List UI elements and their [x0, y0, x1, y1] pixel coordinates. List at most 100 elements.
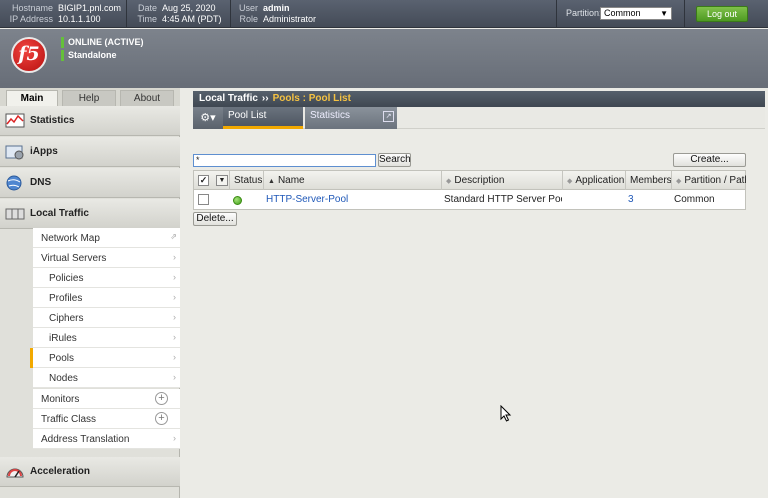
sidebar-section-label: Acceleration [30, 466, 91, 477]
role-label: Role [239, 14, 258, 24]
host-info: Hostname BIGIP1.pnl.com IP Address 10.1.1.… [6, 3, 121, 25]
chevron-down-icon: ▼ [660, 9, 668, 18]
time-value: 4:45 AM (PDT) [162, 14, 222, 24]
partition-label: Partition: [566, 8, 602, 18]
column-partition[interactable]: ◆ Partition / Path [671, 171, 746, 190]
tab-main[interactable]: Main [6, 90, 58, 107]
chevron-right-icon: › [173, 252, 176, 262]
chevron-right-icon: › [173, 272, 176, 282]
sort-asc-icon: ▲ [268, 178, 275, 185]
sidebar-item-policies[interactable]: Policies › [33, 268, 180, 288]
statistics-icon [5, 113, 25, 129]
sidebar-item-label: Monitors [41, 394, 80, 405]
sidebar-section-label: Local Traffic [30, 208, 89, 219]
breadcrumb-current: Pools : Pool List [272, 93, 351, 104]
sidebar-section-acceleration[interactable]: Acceleration [0, 457, 180, 487]
acceleration-gauge-icon [5, 464, 25, 480]
user-info: User admin Role Administrator [236, 3, 316, 25]
pool-description: Standard HTTP Server Pool [444, 194, 562, 205]
chevron-right-icon: › [173, 433, 176, 443]
column-name[interactable]: ▲ Name [263, 171, 441, 190]
sidebar-item-nodes[interactable]: Nodes › [33, 368, 180, 388]
column-status[interactable]: Status [229, 171, 263, 190]
sidebar-section-label: iApps [30, 146, 58, 157]
add-icon[interactable]: + [155, 392, 168, 405]
sidebar-item-monitors[interactable]: Monitors + [33, 389, 180, 409]
search-input[interactable]: * [193, 154, 376, 167]
create-button[interactable]: Create... [673, 153, 746, 167]
sidebar-item-profiles[interactable]: Profiles › [33, 288, 180, 308]
sidebar-item-network-map[interactable]: Network Map ⇗ [33, 228, 180, 248]
pool-name-link[interactable]: HTTP-Server-Pool [266, 190, 436, 209]
divider [556, 0, 557, 28]
date-label: Date [137, 3, 157, 13]
device-mode: Standalone [61, 50, 117, 61]
sidebar-item-label: Traffic Class [41, 414, 97, 425]
delete-button[interactable]: Delete... [193, 212, 237, 226]
sort-icon: ◆ [567, 178, 573, 185]
sidebar-section-statistics[interactable]: Statistics [0, 106, 180, 136]
sidebar-section-label: DNS [30, 177, 52, 188]
dns-globe-icon [5, 175, 25, 191]
pool-table: ✓ ▼ Status ▲ Name ◆ Description ◆ Applicati… [193, 170, 746, 210]
column-description-label: Description [454, 175, 505, 186]
sidebar-item-address-translation[interactable]: Address Translation › [33, 429, 180, 449]
sidebar-item-pools[interactable]: Pools › [30, 348, 180, 368]
tab-about[interactable]: About [120, 90, 174, 106]
column-description[interactable]: ◆ Description [441, 171, 562, 190]
pool-partition: Common [674, 194, 715, 205]
main-content: Local Traffic ›› Pools : Pool List ⚙▾ Pool… [181, 88, 768, 498]
sidebar-section-iapps[interactable]: iApps [0, 137, 180, 167]
sort-icon: ◆ [676, 178, 682, 185]
ip-value: 10.1.1.100 [58, 14, 101, 24]
sidebar-item-label: Policies [49, 273, 84, 284]
divider [684, 0, 685, 28]
chevron-down-icon[interactable]: ▼ [216, 175, 228, 186]
breadcrumb-root[interactable]: Local Traffic [199, 93, 258, 104]
pool-members-link[interactable]: 3 [628, 190, 668, 209]
sidebar-item-traffic-class[interactable]: Traffic Class + [33, 409, 180, 429]
logout-button[interactable]: Log out [696, 6, 748, 22]
divider [230, 0, 231, 28]
tab-help[interactable]: Help [62, 90, 116, 106]
tab-statistics[interactable]: Statistics ↗ [305, 107, 397, 129]
sidebar-item-irules[interactable]: iRules › [33, 328, 180, 348]
status-available-icon [233, 196, 242, 205]
column-name-label: Name [277, 175, 305, 186]
select-all-checkbox[interactable]: ✓ [198, 175, 209, 186]
column-partition-label: Partition / Path [684, 175, 746, 186]
sidebar-item-label: Profiles [49, 293, 83, 304]
sidebar-item-label: Ciphers [49, 313, 84, 324]
add-icon[interactable]: + [155, 412, 168, 425]
external-link-icon: ⇗ [170, 232, 177, 241]
partition-select[interactable]: Common ▼ [600, 7, 672, 20]
column-application[interactable]: ◆ Application [562, 171, 625, 190]
hostname-label: Hostname [11, 3, 53, 13]
tab-statistics-label: Statistics [310, 110, 351, 121]
sidebar-section-dns[interactable]: DNS [0, 168, 180, 198]
breadcrumb: Local Traffic ›› Pools : Pool List [193, 91, 765, 107]
column-members[interactable]: Members [625, 171, 671, 190]
sidebar-item-virtual-servers[interactable]: Virtual Servers › [33, 248, 180, 268]
sidebar-section-local-traffic[interactable]: Local Traffic [0, 199, 180, 229]
sidebar-item-ciphers[interactable]: Ciphers › [33, 308, 180, 328]
external-link-icon: ↗ [383, 111, 394, 122]
top-info-bar: Hostname BIGIP1.pnl.com IP Address 10.1.1.… [0, 0, 768, 28]
date-value: Aug 25, 2020 [162, 3, 216, 13]
iapps-icon [5, 144, 25, 160]
subtab-bar: ⚙▾ Pool List Statistics ↗ [193, 107, 765, 129]
pool-application [565, 190, 623, 209]
sidebar-item-label: Address Translation [41, 434, 130, 445]
chevron-right-icon: › [173, 372, 176, 382]
row-checkbox[interactable] [198, 194, 209, 205]
gear-icon[interactable]: ⚙▾ [193, 107, 223, 129]
user-label: User [238, 3, 258, 13]
search-button[interactable]: Search [378, 153, 411, 167]
sidebar-section-label: Statistics [30, 115, 75, 126]
header-banner: f5 ONLINE (ACTIVE) Standalone [0, 29, 768, 88]
tab-pool-list[interactable]: Pool List [223, 107, 303, 129]
f5-logo: f5 [11, 37, 47, 73]
role-value: Administrator [263, 14, 317, 24]
chevron-right-icon: › [173, 352, 176, 362]
time-label: Time [137, 14, 157, 24]
